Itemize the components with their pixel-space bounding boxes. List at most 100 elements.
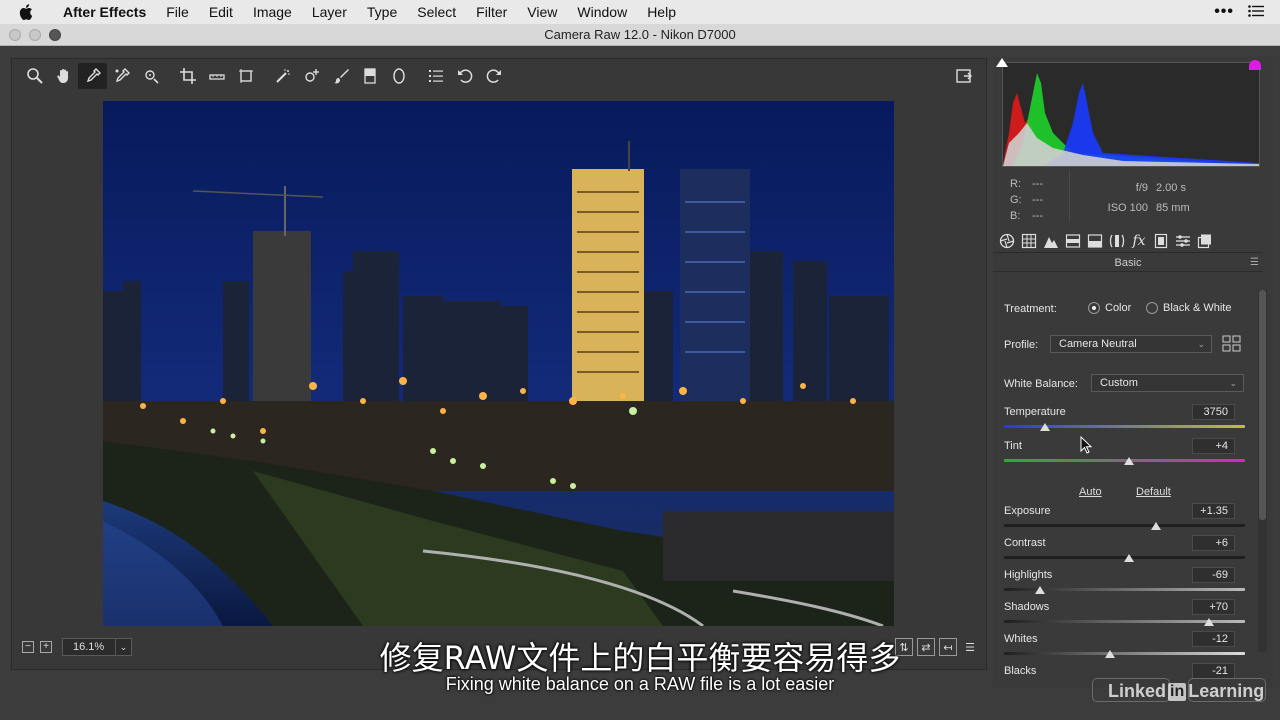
menu-edit[interactable]: Edit	[199, 0, 243, 24]
tone-curve-tab-icon[interactable]	[1019, 231, 1039, 251]
radio-bw[interactable]	[1146, 302, 1158, 315]
tint-thumb[interactable]	[1124, 457, 1135, 465]
menu-select[interactable]: Select	[407, 0, 466, 24]
detail-tab-icon[interactable]	[1041, 231, 1061, 251]
histogram-graph	[1003, 73, 1259, 166]
iso-value: ISO 100	[1107, 202, 1148, 214]
watermark-in: in	[1168, 682, 1187, 701]
panel-scrollbar[interactable]	[1258, 290, 1267, 652]
spot-removal-tool[interactable]	[268, 63, 297, 89]
tool-bar	[12, 59, 986, 93]
histogram	[996, 58, 1261, 167]
graduated-filter[interactable]	[355, 63, 384, 89]
list-icon[interactable]	[1248, 4, 1264, 20]
more-icon[interactable]: •••	[1214, 3, 1234, 21]
menu-layer[interactable]: Layer	[302, 0, 357, 24]
targeted-adjustment-tool[interactable]	[136, 63, 165, 89]
highlights-value[interactable]: -69	[1192, 567, 1235, 583]
eyedropper-icon	[86, 68, 101, 83]
color-sampler-icon	[115, 68, 130, 83]
calibration-tab-icon[interactable]	[1151, 231, 1171, 251]
temperature-thumb[interactable]	[1039, 423, 1050, 431]
lens-corrections-tab-icon[interactable]	[1107, 231, 1127, 251]
highlight-clipping-icon[interactable]	[1249, 60, 1261, 70]
b-label: B:	[1010, 210, 1021, 222]
white-balance-select[interactable]: Custom ⌄	[1091, 374, 1244, 392]
effects-tab-icon[interactable]: fx	[1129, 231, 1149, 251]
pixel-info: R: --- G: --- B: --- f/9 2.00 s ISO 100 85 mm	[993, 170, 1263, 225]
apple-icon[interactable]	[19, 4, 41, 20]
rotate-left-tool[interactable]	[450, 63, 479, 89]
exposure-value[interactable]: +1.35	[1192, 503, 1235, 519]
panel-scrollbar-grip[interactable]	[1259, 290, 1266, 520]
menu-app[interactable]: After Effects	[53, 0, 156, 24]
shadows-label: Shadows	[1004, 601, 1050, 613]
shadow-clipping-icon[interactable]	[996, 58, 1008, 67]
split-toning-tab-icon[interactable]	[1085, 231, 1105, 251]
crop-icon	[179, 68, 196, 84]
rotate-right-tool[interactable]	[479, 63, 508, 89]
r-value: ---	[1032, 178, 1043, 190]
highlights-label: Highlights	[1004, 569, 1053, 581]
temperature-label: Temperature	[1004, 406, 1066, 418]
window-titlebar: Camera Raw 12.0 - Nikon D7000	[0, 24, 1280, 46]
adjustment-brush[interactable]	[326, 63, 355, 89]
menu-type[interactable]: Type	[357, 0, 407, 24]
menu-view[interactable]: View	[517, 0, 567, 24]
exposure-slider[interactable]	[1004, 524, 1245, 527]
menu-window[interactable]: Window	[567, 0, 637, 24]
focal-length-value: 85 mm	[1156, 202, 1190, 214]
preferences-tool[interactable]	[421, 63, 450, 89]
mouse-cursor-icon	[1080, 435, 1093, 459]
contrast-value[interactable]: +6	[1192, 535, 1235, 551]
zoom-tool[interactable]	[20, 63, 49, 89]
straighten-tool[interactable]	[202, 63, 231, 89]
radial-filter-icon	[392, 68, 405, 84]
snapshots-tab-icon[interactable]	[1195, 231, 1215, 251]
menu-image[interactable]: Image	[243, 0, 302, 24]
auto-link[interactable]: Auto	[1079, 486, 1102, 498]
temperature-value[interactable]: 3750	[1192, 404, 1235, 420]
shutter-value: 2.00 s	[1156, 182, 1186, 194]
g-label: G:	[1010, 194, 1022, 206]
rotate-left-icon	[457, 69, 472, 83]
hsl-tab-icon[interactable]	[1063, 231, 1083, 251]
hand-tool[interactable]	[49, 63, 78, 89]
night-city-photo	[103, 101, 894, 626]
minimize-window-button[interactable]	[29, 29, 41, 41]
crop-tool[interactable]	[173, 63, 202, 89]
presets-tab-icon[interactable]	[1173, 231, 1193, 251]
default-link[interactable]: Default	[1136, 486, 1171, 498]
fullscreen-toggle[interactable]	[949, 63, 978, 89]
target-icon	[144, 70, 159, 84]
color-sampler-tool[interactable]	[107, 63, 136, 89]
treatment-bw-option[interactable]: Black & White	[1146, 302, 1231, 315]
menu-help[interactable]: Help	[637, 0, 686, 24]
zoom-icon	[26, 68, 43, 84]
white-balance-tool[interactable]	[78, 63, 107, 89]
close-window-button[interactable]	[9, 29, 21, 41]
menu-filter[interactable]: Filter	[466, 0, 517, 24]
treatment-color-option[interactable]: Color	[1088, 302, 1131, 315]
contrast-thumb[interactable]	[1124, 554, 1135, 562]
tint-value[interactable]: +4	[1192, 438, 1235, 454]
exposure-thumb[interactable]	[1150, 522, 1161, 530]
g-value: ---	[1032, 194, 1043, 206]
transform-tool[interactable]	[231, 63, 260, 89]
menu-file[interactable]: File	[156, 0, 199, 24]
panel-menu-icon[interactable]: ☰	[1250, 257, 1259, 268]
zoom-window-button[interactable]	[49, 29, 61, 41]
radial-filter[interactable]	[384, 63, 413, 89]
camera-raw-window: Camera Raw 12.0 - Nikon D7000 − + 16.1% …	[0, 24, 1280, 720]
radio-color[interactable]	[1088, 302, 1100, 315]
highlights-thumb[interactable]	[1035, 586, 1046, 594]
shadows-value[interactable]: +70	[1192, 599, 1235, 615]
basic-tab-icon[interactable]	[997, 231, 1017, 251]
subtitle-english: Fixing white balance on a RAW file is a …	[445, 674, 835, 694]
profile-select[interactable]: Camera Neutral ⌄	[1050, 335, 1212, 353]
red-eye-tool[interactable]	[297, 63, 326, 89]
camera-info: f/9 2.00 s ISO 100 85 mm	[1103, 178, 1190, 218]
profile-browser-icon[interactable]	[1222, 335, 1242, 358]
shadows-thumb[interactable]	[1203, 618, 1214, 626]
image-preview[interactable]	[103, 101, 894, 626]
